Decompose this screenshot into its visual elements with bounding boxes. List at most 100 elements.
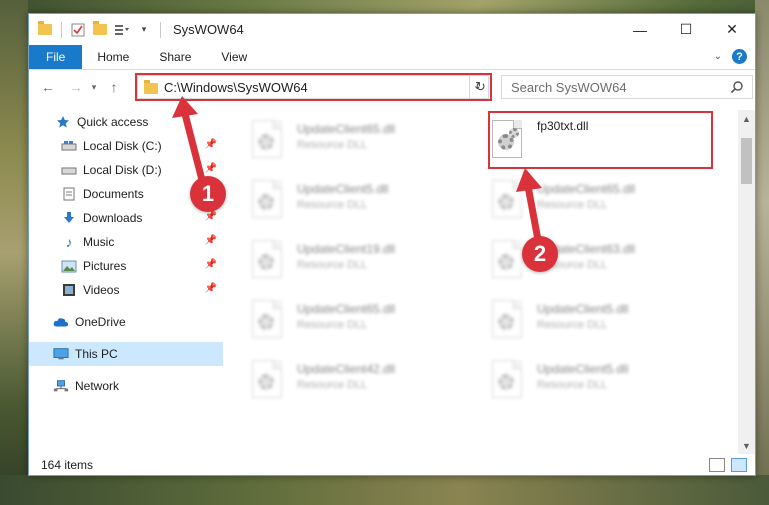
toolbar-separator [61,21,62,38]
file-item[interactable]: UpdateClient65.dll Resource DLL [249,298,479,350]
file-item[interactable]: UpdateClient5.dll Resource DLL [489,298,719,350]
sidebar-item-label: Music [83,235,115,249]
drive-icon [61,162,77,178]
sidebar-item-label: OneDrive [75,315,126,329]
search-placeholder: Search SysWOW64 [511,79,627,95]
properties-icon[interactable] [70,22,86,38]
dll-file-icon [489,178,525,222]
computer-icon [53,346,69,362]
forward-arrow-icon[interactable]: → [65,76,87,98]
file-item[interactable]: UpdateClient5.dll Resource DLL [249,178,479,230]
expand-ribbon-icon[interactable]: ⌄ [714,51,722,62]
tab-home[interactable]: Home [82,45,144,69]
minimize-button[interactable]: — [617,14,663,45]
search-input[interactable]: Search SysWOW64 [501,75,753,99]
title-separator [160,21,161,38]
sidebar-item-label: Local Disk (D:) [83,163,162,177]
dll-file-icon [249,298,285,342]
sidebar-item-label: Quick access [77,115,149,129]
sidebar-item-pictures[interactable]: Pictures 📌 [29,254,223,278]
quick-access-toolbar: ▾ [29,21,152,38]
sidebar-item-local-disk-d[interactable]: Local Disk (D:) 📌 [29,158,223,182]
pin-icon[interactable]: 📌 [205,163,217,174]
desktop-background-bottom [0,475,769,505]
sidebar-item-label: Local Disk (C:) [83,139,162,153]
tab-share[interactable]: Share [144,45,206,69]
videos-icon [61,282,77,298]
file-type: Resource DLL [537,319,608,331]
pin-icon[interactable]: 📌 [205,211,217,222]
up-arrow-icon[interactable]: ↑ [103,76,125,98]
details-view-icon[interactable] [709,458,725,472]
file-type: Resource DLL [537,199,608,211]
customize-toolbar-icon[interactable] [114,22,130,38]
file-item[interactable]: UpdateClient19.dll Resource DLL [249,238,479,290]
help-icon[interactable]: ? [732,49,747,64]
file-name: UpdateClient42.dll [297,362,396,376]
file-name: UpdateClient5.dll [537,362,629,376]
tab-file[interactable]: File [29,45,83,69]
step-marker-2: 2 [522,236,558,272]
close-button[interactable]: ✕ [709,14,755,45]
file-type: Resource DLL [297,139,368,151]
download-icon [61,210,77,226]
search-icon [730,80,744,97]
file-highlight [488,111,713,169]
music-icon: ♪ [65,234,73,250]
sidebar-item-downloads[interactable]: Downloads 📌 [29,206,223,230]
sidebar-item-label: Downloads [83,211,143,225]
sidebar-item-label: Documents [83,187,144,201]
pin-icon[interactable]: 📌 [205,259,217,270]
folder-icon [37,21,53,38]
file-type: Resource DLL [297,259,368,271]
sidebar-item-network[interactable]: Network [29,374,223,398]
sidebar-item-label: This PC [75,347,118,361]
sidebar-item-quick-access[interactable]: Quick access [29,110,223,134]
cloud-icon [53,314,69,330]
sidebar-item-music[interactable]: ♪ Music 📌 [29,230,223,254]
step-marker-1: 1 [190,176,226,212]
dll-file-icon [249,358,285,402]
navigation-pane: Quick access Local Disk (C:) 📌 Local Dis… [29,110,223,450]
maximize-button[interactable]: ☐ [663,14,709,45]
scroll-thumb[interactable] [741,138,752,184]
back-arrow-icon[interactable]: ← [37,76,59,98]
star-icon [55,114,71,130]
sidebar-item-local-disk-c[interactable]: Local Disk (C:) 📌 [29,134,223,158]
vertical-scrollbar[interactable]: ▲ ▼ [738,110,755,454]
pin-icon[interactable]: 📌 [205,139,217,150]
file-item[interactable]: UpdateClient65.dll Resource DLL [489,178,719,230]
scroll-up-icon[interactable]: ▲ [738,110,755,127]
pin-icon[interactable]: 📌 [205,235,217,246]
explorer-window: ▾ SysWOW64 — ☐ ✕ File Home Share View ⌄ … [28,13,756,476]
recent-locations-chevron-icon[interactable]: ▾ [87,76,101,98]
sidebar-item-onedrive[interactable]: OneDrive [29,310,223,334]
file-item[interactable]: UpdateClient5.dll Resource DLL [489,358,719,410]
dll-file-icon [489,358,525,402]
desktop-background-right [755,0,769,505]
sidebar-item-label: Videos [83,283,120,297]
dll-file-icon [489,298,525,342]
new-folder-icon[interactable] [92,21,108,38]
dll-file-icon [489,238,525,282]
large-icons-view-icon[interactable] [731,458,747,472]
documents-icon [61,186,77,202]
pin-icon[interactable]: 📌 [205,283,217,294]
sidebar-item-videos[interactable]: Videos 📌 [29,278,223,302]
title-bar: ▾ SysWOW64 — ☐ ✕ [29,14,755,45]
file-name: UpdateClient19.dll [297,242,396,256]
window-controls: — ☐ ✕ [617,14,755,45]
file-type: Resource DLL [297,199,368,211]
file-item[interactable]: UpdateClient65.dll Resource DLL [249,118,479,170]
file-name: UpdateClient65.dll [537,182,636,196]
ribbon-right-controls: ⌄ ? [714,49,747,64]
file-item[interactable]: UpdateClient42.dll Resource DLL [249,358,479,410]
chevron-down-icon[interactable]: ▾ [136,22,152,38]
status-bar: 164 items [29,454,755,476]
sidebar-item-this-pc[interactable]: This PC [29,342,223,366]
ribbon-tabs: File Home Share View ⌄ ? [29,45,755,70]
scroll-down-icon[interactable]: ▼ [738,437,755,454]
tab-view[interactable]: View [206,45,262,69]
